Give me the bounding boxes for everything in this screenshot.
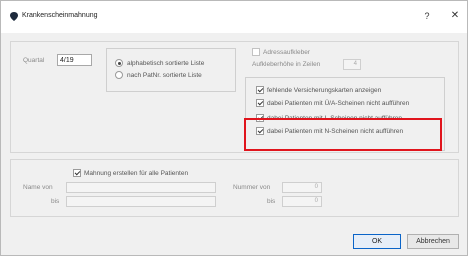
cancel-button[interactable]: Abbrechen	[407, 234, 459, 249]
quartal-input[interactable]	[57, 54, 92, 66]
highlight-box	[244, 118, 442, 151]
dialog-window: Krankenscheinmahnung ? ✕ Quartal alphabe…	[0, 0, 468, 256]
adress-checkbox[interactable]	[252, 48, 260, 56]
mahnung-checkbox[interactable]	[73, 169, 81, 177]
option-ua-checkbox[interactable]	[256, 99, 264, 107]
adress-label: Adressaufkleber	[263, 49, 310, 56]
height-input[interactable]: 4	[343, 59, 361, 70]
quartal-label: Quartal	[23, 57, 45, 64]
nummer-von-label: Nummer von	[233, 184, 271, 191]
filter-group: Mahnung erstellen für alle Patienten Nam…	[10, 159, 459, 217]
nummer-von-input[interactable]: 0	[282, 182, 322, 193]
title-bar: Krankenscheinmahnung ? ✕	[1, 1, 467, 33]
name-von-input[interactable]	[66, 182, 216, 193]
sort-patnr-label: nach PatNr. sortierte Liste	[127, 72, 202, 79]
height-label: Aufkleberhöhe in Zeilen	[252, 61, 321, 68]
option-karten-checkbox[interactable]	[256, 86, 264, 94]
app-icon	[10, 12, 18, 21]
option-karten-label: fehlende Versicherungskarten anzeigen	[267, 87, 382, 94]
sort-alpha-label: alphabetisch sortierte Liste	[127, 60, 205, 67]
ok-button[interactable]: OK	[353, 234, 401, 249]
sort-patnr-radio[interactable]	[115, 71, 123, 79]
nummer-bis-input[interactable]: 0	[282, 196, 322, 207]
close-button[interactable]: ✕	[448, 9, 462, 23]
name-von-label: Name von	[23, 184, 53, 191]
name-bis-input[interactable]	[66, 196, 216, 207]
option-ua-label: dabei Patienten mit Ü/A-Scheinen nicht a…	[267, 100, 410, 107]
sort-panel: alphabetisch sortierte Liste nach PatNr.…	[106, 48, 236, 92]
name-bis-label: bis	[51, 198, 60, 205]
sort-alpha-radio[interactable]	[115, 59, 123, 67]
mahnung-label: Mahnung erstellen für alle Patienten	[84, 170, 189, 177]
nummer-bis-label: bis	[267, 198, 276, 205]
window-title: Krankenscheinmahnung	[22, 12, 98, 19]
help-button[interactable]: ?	[420, 9, 434, 23]
